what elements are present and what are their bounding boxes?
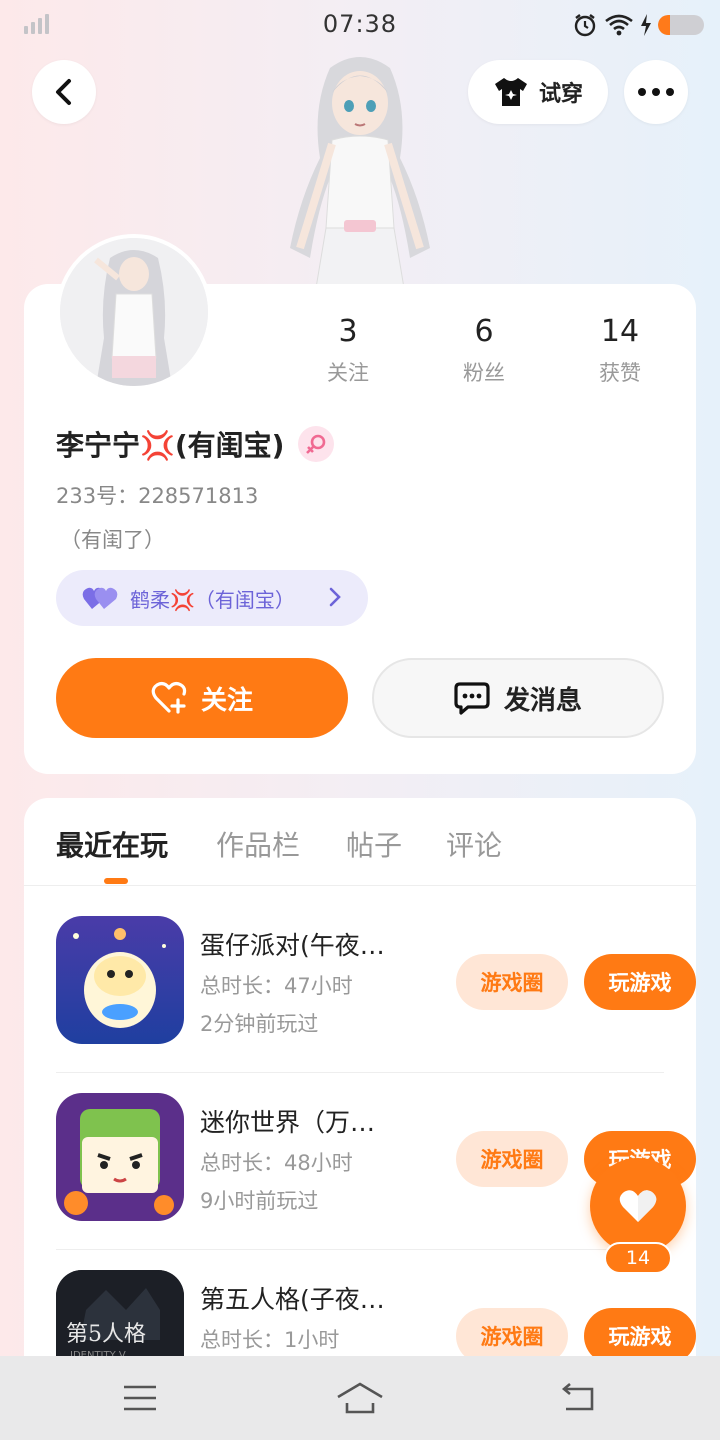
game-last-played: 2分钟前玩过 xyxy=(200,1012,319,1036)
game-duration: 总时长：48小时 xyxy=(200,1151,353,1175)
chat-bubble-icon xyxy=(454,682,490,715)
stat-following-value: 3 xyxy=(338,314,358,349)
content-card: 最近在玩 作品栏 帖子 评论 蛋仔派对(午夜… 总时长：47小时 2分钟前玩过 … xyxy=(24,798,696,1418)
avatar-image xyxy=(60,238,208,386)
chevron-left-icon xyxy=(56,79,71,105)
stat-fans[interactable]: 6 粉丝 xyxy=(424,314,544,387)
female-icon xyxy=(306,434,326,454)
cp-relation-tag[interactable]: 鹤柔💢（有闺宝） xyxy=(56,570,368,626)
game-row[interactable]: 蛋仔派对(午夜… 总时长：47小时 2分钟前玩过 游戏圈 玩游戏 xyxy=(56,896,696,1073)
stat-fans-value: 6 xyxy=(474,314,494,349)
stat-likes-value: 14 xyxy=(600,314,640,349)
avatar[interactable] xyxy=(56,234,212,390)
tab-works[interactable]: 作品栏 xyxy=(216,824,300,864)
heart-plus-icon xyxy=(151,681,187,714)
back-button[interactable] xyxy=(32,60,96,124)
alarm-icon xyxy=(574,14,596,37)
tab-recently-played[interactable]: 最近在玩 xyxy=(56,824,168,864)
try-on-button[interactable]: 试穿 xyxy=(468,60,608,124)
more-dots-icon xyxy=(638,88,674,96)
tab-bar: 最近在玩 作品栏 帖子 评论 xyxy=(24,798,696,886)
tab-indicator xyxy=(104,878,128,884)
system-nav-bar xyxy=(0,1356,720,1440)
message-button[interactable]: 发消息 xyxy=(372,658,664,738)
nav-back-button[interactable] xyxy=(548,1376,608,1420)
gender-badge xyxy=(298,426,335,462)
game-title: 迷你世界（万… xyxy=(200,1108,376,1137)
try-on-label: 试穿 xyxy=(538,82,583,107)
avatar-figure xyxy=(290,57,430,288)
home-icon xyxy=(337,1382,383,1414)
game-title: 蛋仔派对(午夜… xyxy=(200,931,385,960)
game-icon-title: 第5人格 xyxy=(66,1322,146,1347)
cp-tag-label: 鹤柔💢（有闺宝） xyxy=(130,587,295,612)
game-circle-button[interactable]: 游戏圈 xyxy=(456,954,568,1010)
game-duration: 总时长：1小时 xyxy=(200,1328,340,1352)
game-icon-mini-world[interactable] xyxy=(56,1093,184,1221)
stat-following-label: 关注 xyxy=(327,361,369,385)
user-name: 李宁宁💢(有闺宝) xyxy=(56,429,285,462)
status-bar: 07:38 xyxy=(0,0,720,50)
menu-button[interactable] xyxy=(110,1376,170,1420)
battery-icon xyxy=(658,15,704,35)
game-last-played: 9小时前玩过 xyxy=(200,1189,319,1213)
tab-posts[interactable]: 帖子 xyxy=(346,824,402,864)
user-bio: （有闺了） xyxy=(60,528,165,552)
chevron-right-icon xyxy=(329,587,341,607)
more-button[interactable] xyxy=(624,60,688,124)
user-id: 233号：228571813 xyxy=(56,484,259,508)
like-button[interactable] xyxy=(590,1158,686,1254)
home-button[interactable] xyxy=(330,1376,390,1420)
stat-following[interactable]: 3 关注 xyxy=(288,314,408,387)
double-heart-icon xyxy=(82,587,118,609)
follow-button[interactable]: 关注 xyxy=(56,658,348,738)
game-row[interactable]: 迷你世界（万… 总时长：48小时 9小时前玩过 游戏圈 玩游戏 xyxy=(56,1073,696,1250)
game-duration: 总时长：47小时 xyxy=(200,974,353,998)
stat-fans-label: 粉丝 xyxy=(463,361,505,385)
like-count: 14 xyxy=(604,1242,672,1274)
stat-likes-label: 获赞 xyxy=(599,361,641,385)
game-title: 第五人格(子夜… xyxy=(200,1285,385,1314)
message-label: 发消息 xyxy=(503,685,582,716)
tab-comments[interactable]: 评论 xyxy=(446,824,502,864)
game-circle-button[interactable]: 游戏圈 xyxy=(456,1131,568,1187)
stat-likes[interactable]: 14 获赞 xyxy=(560,314,680,387)
tshirt-icon xyxy=(494,78,527,106)
game-icon-image xyxy=(56,1093,184,1221)
heart-icon xyxy=(619,1190,657,1222)
game-icon-eggy-party[interactable] xyxy=(56,916,184,1044)
game-icon-image xyxy=(56,916,184,1044)
charging-icon xyxy=(641,14,651,36)
follow-label: 关注 xyxy=(200,685,253,716)
menu-icon xyxy=(124,1385,156,1411)
play-game-button[interactable]: 玩游戏 xyxy=(584,954,696,1010)
wifi-icon xyxy=(605,14,633,36)
back-icon xyxy=(561,1383,594,1411)
